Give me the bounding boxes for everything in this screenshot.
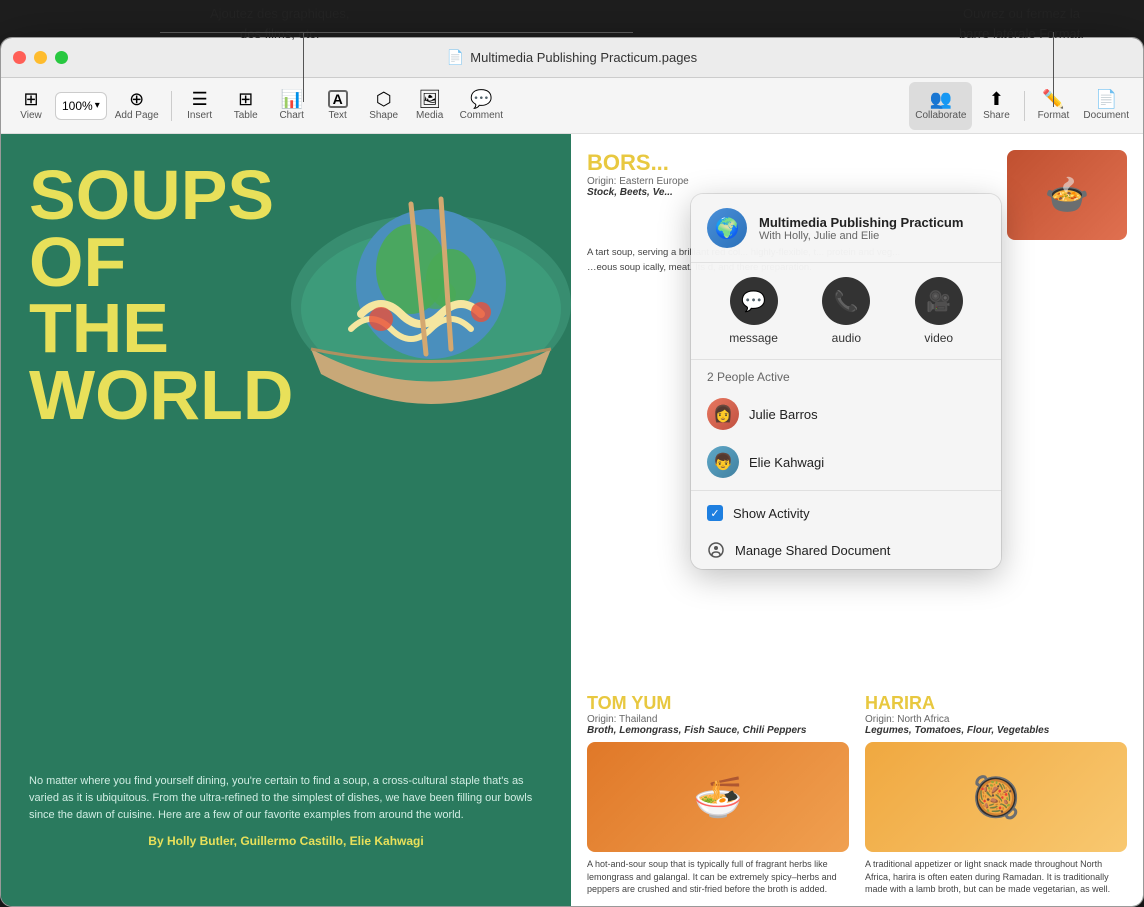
show-activity-option[interactable]: ✓ Show Activity	[691, 495, 1001, 531]
harira-image: 🥘	[865, 742, 1127, 852]
people-count-header: 2 People Active	[691, 360, 1001, 390]
bottom-recipes-grid: TOM YUM Origin: Thailand Broth, Lemongra…	[587, 693, 1127, 896]
collab-header: 🌍 Multimedia Publishing Practicum With H…	[691, 194, 1001, 263]
julie-avatar: 👩	[707, 398, 739, 430]
manage-icon	[707, 541, 725, 559]
insert-button[interactable]: ☰ Insert	[178, 82, 222, 130]
media-button[interactable]: 🖼 Media	[408, 82, 452, 130]
comment-button[interactable]: 💬 Comment	[454, 82, 509, 130]
borsch-origin: Origin: Eastern Europe	[587, 176, 995, 187]
annotation-hline-left	[160, 32, 305, 33]
share-button[interactable]: ⬆ Share	[974, 82, 1018, 130]
manage-shared-option[interactable]: Manage Shared Document	[691, 531, 1001, 569]
collab-doc-subtitle: With Holly, Julie and Elie	[759, 230, 963, 242]
soup-title-text: SOUPS OF THE WORLD	[29, 162, 547, 428]
minimize-button[interactable]	[34, 51, 47, 64]
collab-actions: 💬 message 📞 audio 🎥 video	[691, 263, 1001, 360]
chart-button[interactable]: 📊 Chart	[270, 82, 314, 130]
table-button[interactable]: ⊞ Table	[224, 82, 268, 130]
audio-icon: 📞	[822, 277, 870, 325]
manage-shared-label: Manage Shared Document	[735, 543, 890, 558]
window-title: 📄 Multimedia Publishing Practicum.pages	[447, 49, 697, 66]
person-elie: 👦 Elie Kahwagi	[691, 438, 1001, 486]
harira-origin: Origin: North Africa	[865, 714, 1127, 725]
tomyum-desc: A hot-and-sour soup that is typically fu…	[587, 858, 849, 896]
audio-label: audio	[832, 331, 861, 345]
zoom-button[interactable]	[55, 51, 68, 64]
collab-doc-icon: 🌍	[707, 208, 747, 248]
harira-ingredients: Legumes, Tomatoes, Flour, Vegetables	[865, 725, 1127, 736]
author-text: By Holly Butler, Guillermo Castillo, Eli…	[29, 834, 543, 848]
message-label: message	[729, 331, 778, 345]
annotation-line-left	[303, 32, 304, 102]
message-icon: 💬	[730, 277, 778, 325]
tomyum-image: 🍜	[587, 742, 849, 852]
elie-avatar: 👦	[707, 446, 739, 478]
body-text: No matter where you find yourself dining…	[29, 773, 543, 824]
title-the: THE	[29, 295, 547, 362]
annotation-hline-right-left	[303, 32, 633, 33]
collab-doc-info: Multimedia Publishing Practicum With Hol…	[759, 215, 963, 242]
video-icon: 🎥	[915, 277, 963, 325]
borsch-title: BORS...	[587, 150, 995, 176]
annotation-right: Ouvrez ou fermez la barre latérale Forma…	[959, 4, 1084, 43]
document-button[interactable]: 📄 Document	[1077, 82, 1135, 130]
borsch-image: 🍲	[1007, 150, 1127, 240]
text-button[interactable]: A Text	[316, 82, 360, 130]
toolbar-right: 👥 Collaborate ⬆ Share ✏️ Format 📄 Docume…	[909, 82, 1135, 130]
annotation-line-right	[1053, 32, 1054, 107]
video-action-button[interactable]: 🎥 video	[915, 277, 963, 345]
collaboration-popup: 🌍 Multimedia Publishing Practicum With H…	[691, 194, 1001, 569]
traffic-lights	[13, 51, 68, 64]
collab-divider-1	[691, 490, 1001, 491]
body-text-area: No matter where you find yourself dining…	[29, 773, 543, 848]
elie-name: Elie Kahwagi	[749, 455, 824, 470]
message-action-button[interactable]: 💬 message	[729, 277, 778, 345]
title-soups: SOUPS	[29, 162, 547, 229]
tomyum-ingredients: Broth, Lemongrass, Fish Sauce, Chili Pep…	[587, 725, 849, 736]
collab-doc-title: Multimedia Publishing Practicum	[759, 215, 963, 230]
title-of: OF	[29, 229, 547, 296]
zoom-control[interactable]: 100% ▾	[55, 92, 107, 120]
soup-page: SOUPS OF THE WORLD No matter where you f…	[1, 134, 571, 907]
separator-2	[1024, 91, 1025, 121]
show-activity-checkbox[interactable]: ✓	[707, 505, 723, 521]
view-button[interactable]: ⊞ View	[9, 82, 53, 130]
titlebar: 📄 Multimedia Publishing Practicum.pages	[1, 38, 1143, 78]
add-page-button[interactable]: ⊕ Add Page	[109, 82, 165, 130]
bottom-recipes: TOM YUM Origin: Thailand Broth, Lemongra…	[571, 681, 1143, 907]
shape-button[interactable]: ⬡ Shape	[362, 82, 406, 130]
toolbar: ⊞ View 100% ▾ ⊕ Add Page ☰ Insert ⊞ Tabl…	[1, 78, 1143, 134]
tomyum-origin: Origin: Thailand	[587, 714, 849, 725]
tomyum-title: TOM YUM	[587, 693, 849, 714]
julie-name: Julie Barros	[749, 407, 818, 422]
harira-section: HARIRA Origin: North Africa Legumes, Tom…	[865, 693, 1127, 896]
audio-action-button[interactable]: 📞 audio	[822, 277, 870, 345]
harira-desc: A traditional appetizer or light snack m…	[865, 858, 1127, 896]
show-activity-label: Show Activity	[733, 506, 810, 521]
separator-1	[171, 91, 172, 121]
annotation-left: Ajoutez des graphiques, des films, etc.	[210, 4, 349, 43]
person-julie: 👩 Julie Barros	[691, 390, 1001, 438]
video-label: video	[924, 331, 953, 345]
tomyum-section: TOM YUM Origin: Thailand Broth, Lemongra…	[587, 693, 849, 896]
document-area[interactable]: SOUPS OF THE WORLD No matter where you f…	[1, 134, 1143, 907]
harira-title: HARIRA	[865, 693, 1127, 714]
collaborate-button[interactable]: 👥 Collaborate	[909, 82, 972, 130]
main-content: SOUPS OF THE WORLD No matter where you f…	[1, 134, 1143, 907]
close-button[interactable]	[13, 51, 26, 64]
title-world: WORLD	[29, 362, 547, 429]
